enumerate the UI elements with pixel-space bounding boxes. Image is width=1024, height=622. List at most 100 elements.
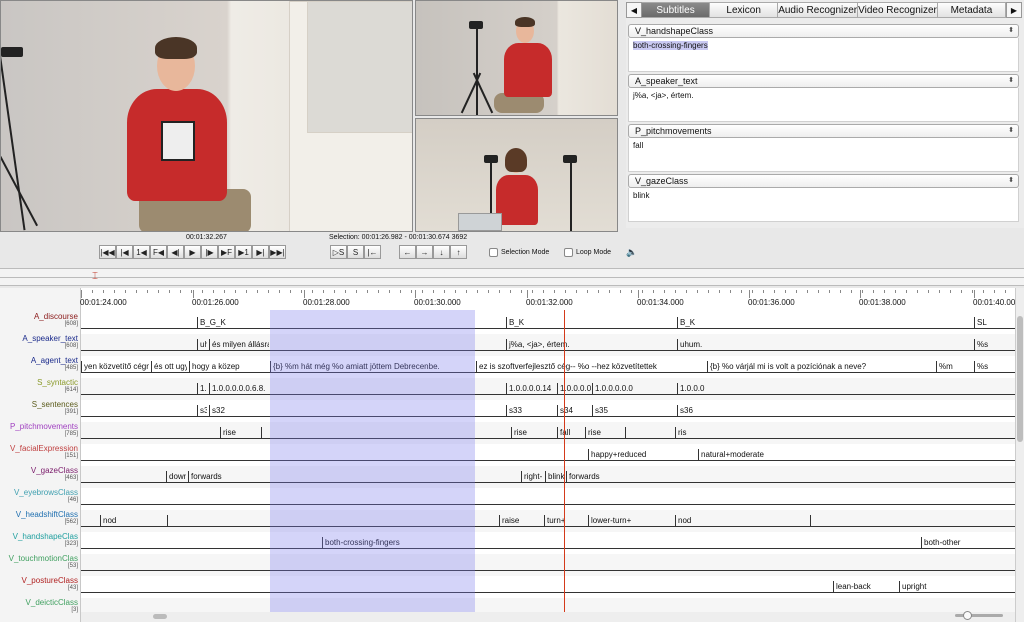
tab-video-recognizer[interactable]: Video Recognizer [858, 2, 938, 18]
annotation[interactable]: rise [511, 427, 555, 439]
annotation[interactable]: 1.0.0.0.0.0.6.8. [209, 383, 273, 395]
annotation[interactable]: 1.0.0.0.0 [557, 383, 591, 395]
annotation[interactable]: lean-back [833, 581, 897, 593]
next-frame-button[interactable]: ▶F [218, 245, 235, 259]
annotation-boundary[interactable] [167, 515, 170, 527]
tier-label[interactable]: P_pitchmovements [785] [0, 422, 80, 438]
tier-label[interactable]: V_handshapeClas [323] [0, 532, 80, 548]
selection-boundary-button[interactable]: |← [364, 245, 381, 259]
annotation[interactable]: blink [545, 471, 565, 483]
annotation[interactable]: right- [521, 471, 543, 483]
annotation[interactable]: és ott ugyanez vo [151, 361, 187, 373]
tier-label[interactable]: V_postureClass [43] [0, 576, 80, 592]
tier-label[interactable]: A_discourse [608] [0, 312, 80, 328]
annotation[interactable]: j%a, <ja>, értem. [506, 339, 590, 351]
tier-label[interactable]: V_touchmotionClas [53] [0, 554, 80, 570]
chevron-left-icon[interactable]: ◀ [626, 2, 642, 18]
annotation[interactable]: turn+ [544, 515, 566, 527]
annotation[interactable]: s34 [557, 405, 591, 417]
annotation[interactable]: rise [585, 427, 621, 439]
annotation[interactable]: forwards [188, 471, 248, 483]
selection-mode-checkbox[interactable]: Selection Mode [489, 248, 549, 257]
speaker-icon[interactable]: 🔈 [626, 247, 637, 258]
tier-label[interactable]: V_gazeClass [463] [0, 466, 80, 482]
annotation[interactable]: 1.0.0.0.0.0 [592, 383, 672, 395]
next-second-button[interactable]: ▶1 [235, 245, 252, 259]
play-selection-button[interactable]: ▷S [330, 245, 347, 259]
annotation[interactable]: s32 [209, 405, 249, 417]
annotation[interactable]: lower-turn+ [588, 515, 674, 527]
annotation[interactable]: B_K [677, 317, 737, 329]
annotation[interactable]: %s [974, 339, 1004, 351]
annotation[interactable]: natural+moderate [698, 449, 818, 461]
annotation[interactable]: uhum. [677, 339, 717, 351]
annotation[interactable]: yen közvetítő cégn [81, 361, 149, 373]
tier-down-button[interactable]: ↓ [433, 245, 450, 259]
annotation[interactable]: uh [197, 339, 207, 351]
annotation[interactable]: down [166, 471, 186, 483]
tab-metadata[interactable]: Metadata [937, 2, 1006, 18]
horizontal-scrollbar[interactable] [81, 612, 1015, 622]
annotation[interactable]: fall [557, 427, 583, 439]
tier-up-button[interactable]: ↑ [450, 245, 467, 259]
annotation[interactable]: s36 [677, 405, 707, 417]
annotation[interactable]: rise [220, 427, 260, 439]
tier-row[interactable] [81, 554, 1015, 576]
tier-label[interactable]: V_eyebrowsClass [46] [0, 488, 80, 504]
annotation[interactable]: 1.0.0.0 [677, 383, 707, 395]
go-to-end-button[interactable]: ▶▶| [269, 245, 286, 259]
tier-select[interactable]: P_pitchmovements ⬍ [628, 124, 1019, 138]
tier-label[interactable]: V_headshiftClass [562] [0, 510, 80, 526]
annotation[interactable]: both-other [921, 537, 1001, 549]
tier-row[interactable] [81, 532, 1015, 554]
annotation[interactable]: nod [100, 515, 160, 527]
tier-label[interactable]: S_sentences [391] [0, 400, 80, 416]
annotation[interactable]: %s [974, 361, 1004, 373]
annotation[interactable]: 1.0.0.0.0.14 [506, 383, 554, 395]
previous-second-button[interactable]: 1◀ [133, 245, 150, 259]
annotation[interactable]: s33 [506, 405, 554, 417]
go-to-begin-button[interactable]: |◀◀ [99, 245, 116, 259]
previous-frame-button[interactable]: F◀ [150, 245, 167, 259]
annotation[interactable]: és milyen állásra [209, 339, 269, 351]
tier-label[interactable]: A_agent_text [485] [0, 356, 80, 372]
tier-row[interactable] [81, 488, 1015, 510]
annotation[interactable]: s35 [592, 405, 672, 417]
annotation-boundary[interactable] [261, 427, 264, 439]
tab-lexicon[interactable]: Lexicon [710, 2, 779, 18]
tier-select[interactable]: V_gazeClass ⬍ [628, 174, 1019, 188]
next-scrollview-button[interactable]: ▶| [252, 245, 269, 259]
annotation[interactable]: ez is szoftverfejlesztő cég-- %o --hez k… [476, 361, 704, 373]
annotation[interactable]: nod [675, 515, 805, 527]
selection-highlight[interactable] [270, 296, 475, 614]
loop-mode-checkbox[interactable]: Loop Mode [564, 248, 611, 257]
previous-scrollview-button[interactable]: |◀ [116, 245, 133, 259]
tab-audio-recognizer[interactable]: Audio Recognizer [778, 2, 859, 18]
tier-row[interactable] [81, 444, 1015, 466]
tier-label[interactable]: S_syntactic [614] [0, 378, 80, 394]
tier-select[interactable]: V_handshapeClass ⬍ [628, 24, 1019, 38]
tier-tracks[interactable]: B_G_K B_K B_K SL uhés milyen állásra j%a, <ja… [81, 288, 1015, 622]
time-ruler[interactable]: 00:01:24.000 00:01:26.000 00:01:28.000 00:0… [80, 288, 1020, 310]
annotation[interactable]: hogy a közep [189, 361, 269, 373]
vertical-scrollbar[interactable] [1015, 288, 1024, 622]
annotation[interactable]: upright [899, 581, 979, 593]
annotation-boundary[interactable] [625, 427, 628, 439]
annotation[interactable]: B_K [506, 317, 566, 329]
annotation[interactable]: {b} %o várjál mi is volt a pozíciónak a … [707, 361, 935, 373]
previous-pixel-button[interactable]: ◀| [167, 245, 184, 259]
annotation[interactable]: %m [936, 361, 972, 373]
annotation[interactable]: raise [499, 515, 541, 527]
play-button[interactable]: ▶ [184, 245, 201, 259]
annotation[interactable]: forwards [566, 471, 626, 483]
overview-cursor-icon[interactable]: ⌶ [92, 271, 98, 282]
chevron-right-icon[interactable]: ▶ [1005, 2, 1022, 18]
zoom-slider[interactable] [955, 611, 1003, 620]
tier-label[interactable]: V_deicticClass [3] [0, 598, 80, 614]
annotation[interactable]: s3 [197, 405, 207, 417]
playhead-crosshair[interactable] [564, 294, 565, 616]
annotation[interactable]: B_G_K [197, 317, 257, 329]
annotation[interactable]: 1. [197, 383, 207, 395]
annotation-timeline[interactable]: B_G_K B_K B_K SL uhés milyen állásra j%a, <ja… [0, 288, 1024, 622]
annotation-boundary[interactable] [810, 515, 813, 527]
